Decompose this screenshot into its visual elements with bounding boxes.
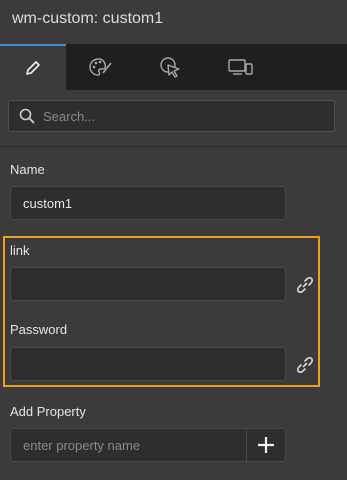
- tab-properties[interactable]: [0, 44, 66, 90]
- tab-styles[interactable]: [68, 44, 134, 90]
- add-property-group: [10, 428, 286, 462]
- palette-icon: [89, 58, 112, 76]
- password-field[interactable]: [10, 347, 286, 381]
- link-icon[interactable]: [296, 356, 314, 374]
- tab-devices[interactable]: [208, 44, 274, 90]
- link-field[interactable]: [10, 267, 286, 301]
- divider: [0, 146, 347, 147]
- link-icon[interactable]: [296, 276, 314, 294]
- pencil-icon: [26, 61, 40, 75]
- panel-title: wm-custom: custom1: [12, 10, 164, 27]
- password-label: Password: [10, 322, 68, 337]
- link-label: link: [10, 243, 30, 258]
- add-property-button[interactable]: [246, 429, 285, 461]
- search-input[interactable]: [43, 108, 313, 124]
- tab-events[interactable]: [138, 44, 204, 90]
- search-icon: [19, 108, 35, 124]
- devices-icon: [228, 59, 253, 75]
- property-name-input[interactable]: [11, 429, 246, 461]
- tab-bar: [0, 44, 347, 90]
- search-box: [8, 100, 335, 132]
- name-field[interactable]: [10, 186, 286, 220]
- name-label: Name: [10, 162, 45, 177]
- add-property-label: Add Property: [10, 404, 86, 419]
- cursor-click-icon: [160, 57, 180, 78]
- plus-icon: [258, 437, 274, 453]
